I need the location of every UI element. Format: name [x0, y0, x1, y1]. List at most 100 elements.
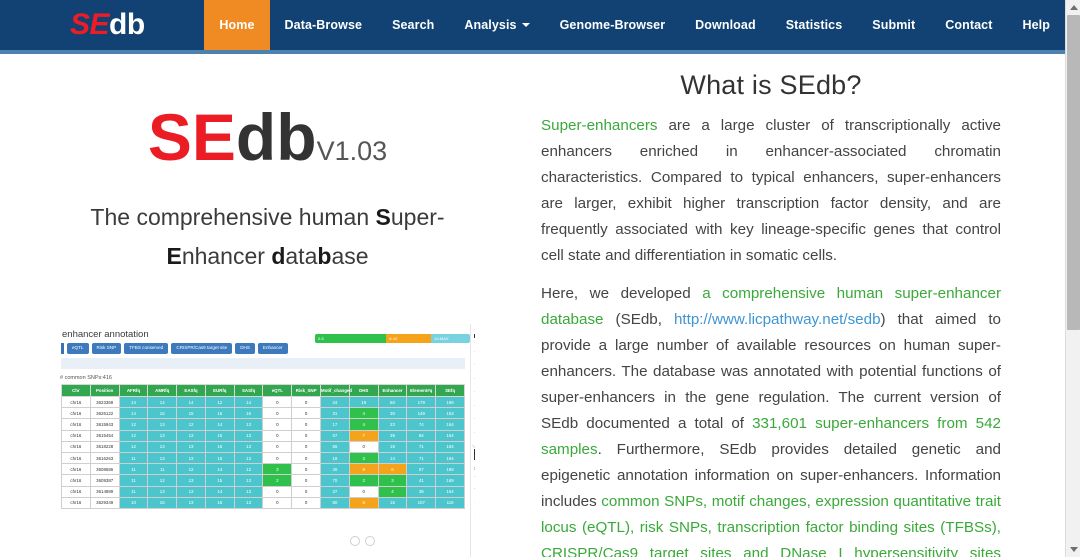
hero-title-se: SE	[147, 100, 236, 174]
hero-sub-h: ase	[331, 243, 369, 270]
hero-sub-a: The comprehensive human	[90, 204, 376, 230]
nav-item-search[interactable]: Search	[377, 0, 449, 50]
page-content: SEdbV1.03 The comprehensive human Super-…	[0, 54, 1065, 557]
annotation-tag[interactable]: Risk SNP	[91, 343, 122, 354]
table-cell: 40	[320, 463, 350, 476]
table-cell: 13	[176, 429, 206, 442]
table-column-header[interactable]: EASfq	[176, 384, 206, 397]
nav-item-download[interactable]: Download	[680, 0, 771, 50]
site-logo[interactable]: SEdb	[0, 0, 204, 50]
table-cell: 67	[320, 429, 350, 442]
table-row: chr16 3609387 11 12 13 15 13 2 0 70 2 3 41 169	[61, 474, 465, 487]
nav-item-analysis[interactable]: Analysis	[449, 0, 544, 50]
table-cell: 0	[291, 451, 322, 465]
table-cell: 0	[262, 407, 293, 420]
annotation-tag[interactable]: eQTL	[67, 343, 89, 354]
table-cell: 3608586	[89, 463, 120, 476]
scroll-down-icon[interactable]	[1066, 542, 1080, 557]
se-id-column-header: SE ID	[474, 475, 475, 489]
table-row: chr16 3615454 12 13 13 15 13 0 0 67 7 39 84 164	[61, 429, 465, 442]
table-column-header[interactable]: AFRfq	[118, 384, 149, 397]
table-row: chr16 3626122 14 16 15 16 16 0 0 31 4 30 149 153	[61, 407, 465, 420]
color-legend: 0-5 6-10 10-MAX	[315, 334, 470, 343]
page-scrollbar[interactable]	[1065, 0, 1080, 557]
article-paragraph-2: Here, we developed a comprehensive human…	[541, 281, 1001, 557]
table-cell: 19	[348, 395, 379, 409]
sedb-url-link[interactable]: http://www.licpathway.net/sedb	[674, 311, 881, 328]
table-cell: 12	[118, 418, 149, 431]
table-cell: 4	[377, 485, 408, 498]
table-column-header[interactable]: Chr	[61, 384, 91, 397]
table-cell: 3614889	[89, 485, 120, 498]
para1-highlight: Super-enhancers	[541, 117, 658, 134]
table-cell: 74	[406, 418, 437, 431]
table-cell: chr16	[61, 429, 91, 442]
annotation-tag[interactable]: DHS	[235, 343, 255, 354]
carousel-dots[interactable]	[350, 536, 375, 546]
overview-field: Chromosome:	[474, 392, 475, 406]
scroll-up-icon[interactable]	[1066, 0, 1080, 15]
nav-item-label: Analysis	[464, 18, 517, 32]
table-column-header[interactable]: Element#q	[406, 384, 437, 397]
table-cell: 0	[291, 463, 322, 476]
table-column-header[interactable]: SASfq	[233, 384, 264, 397]
para2-hl3: common SNPs, motif changes, expression q…	[541, 493, 1001, 557]
table-column-header[interactable]: SEfq	[435, 384, 465, 397]
table-cell: chr16	[61, 440, 91, 453]
nav-item-help[interactable]: Help	[1008, 0, 1066, 50]
table-cell: 164	[435, 429, 465, 442]
se-id-link[interactable]: SE_01_83900002	[474, 503, 475, 517]
scrollbar-thumb[interactable]	[1067, 15, 1080, 330]
table-cell: 39	[377, 429, 408, 442]
nav-item-data-browse[interactable]: Data-Browse	[270, 0, 378, 50]
feature-screenshot[interactable]: enhancer annotation eQTL Risk SNP TFBS con…	[57, 324, 475, 557]
table-row: chr16 3618228 12 13 13 15 13 0 0 55 0 18 71 164	[61, 440, 465, 453]
table-cell: 3	[377, 474, 408, 487]
navbar-underline	[0, 50, 1065, 54]
table-column-header[interactable]: eQTL	[262, 384, 293, 397]
table-cell: 12	[204, 395, 235, 409]
carousel-dot[interactable]	[365, 536, 375, 546]
nav-item-list: Home Data-Browse Search Analysis Genome-Brow…	[204, 0, 1065, 50]
table-column-header[interactable]: Motif_changed	[320, 384, 352, 397]
nav-item-home[interactable]: Home	[204, 0, 270, 50]
annotation-tag[interactable]: TFBS conserved	[124, 343, 169, 354]
table-cell: 0	[291, 395, 322, 409]
table-cell: 18	[377, 440, 408, 453]
table-column-header[interactable]: Position	[89, 384, 120, 397]
table-cell: 7	[348, 429, 379, 442]
nav-item-label: Search	[392, 18, 435, 32]
overview-field: Start position:	[474, 406, 475, 419]
hero-sub-f: ata	[285, 243, 318, 270]
table-cell: 70	[320, 474, 350, 487]
para2-s3: ) that aimed to provide a large number o…	[541, 311, 1001, 432]
se-id-link[interactable]: SE_01_83900001	[474, 489, 475, 503]
table-cell: 3615454	[89, 429, 120, 442]
carousel-dot[interactable]	[350, 536, 360, 546]
nav-item-genome-browser[interactable]: Genome-Browser	[545, 0, 681, 50]
nav-item-submit[interactable]: Submit	[857, 0, 930, 50]
table-cell: 6	[348, 496, 379, 509]
table-cell: 15	[204, 496, 235, 509]
table-cell: 24	[320, 395, 350, 409]
annotation-tag[interactable]: CRISPR/Cas9 target site	[171, 343, 233, 354]
table-column-header[interactable]: Enhancer	[377, 384, 408, 397]
table-cell: 3615943	[89, 418, 120, 431]
table-cell: 80	[320, 496, 350, 509]
table-cell: 14	[204, 485, 235, 498]
nav-item-contact[interactable]: Contact	[930, 0, 1007, 50]
table-column-header[interactable]: Risk_SNP	[291, 384, 322, 397]
table-column-header[interactable]: AMRfq	[147, 384, 178, 397]
table-column-header[interactable]: DHS	[348, 384, 379, 397]
table-cell: 11	[118, 463, 149, 476]
table-column-header[interactable]: EURfq	[204, 384, 235, 397]
overview-field: Tissue type:	[474, 365, 475, 379]
nav-item-label: Contact	[945, 18, 993, 32]
table-cell: 0	[291, 418, 322, 431]
table-cell: 14	[118, 407, 149, 420]
table-cell: 4	[348, 418, 379, 431]
overview-header: Overvi	[474, 328, 475, 338]
table-body: chr16 3623369 14 14 14 12 14 0 0 24 19 60 179 199 chr1…	[61, 395, 465, 509]
annotation-tag[interactable]: Enhancer	[257, 343, 288, 354]
nav-item-statistics[interactable]: Statistics	[771, 0, 858, 50]
